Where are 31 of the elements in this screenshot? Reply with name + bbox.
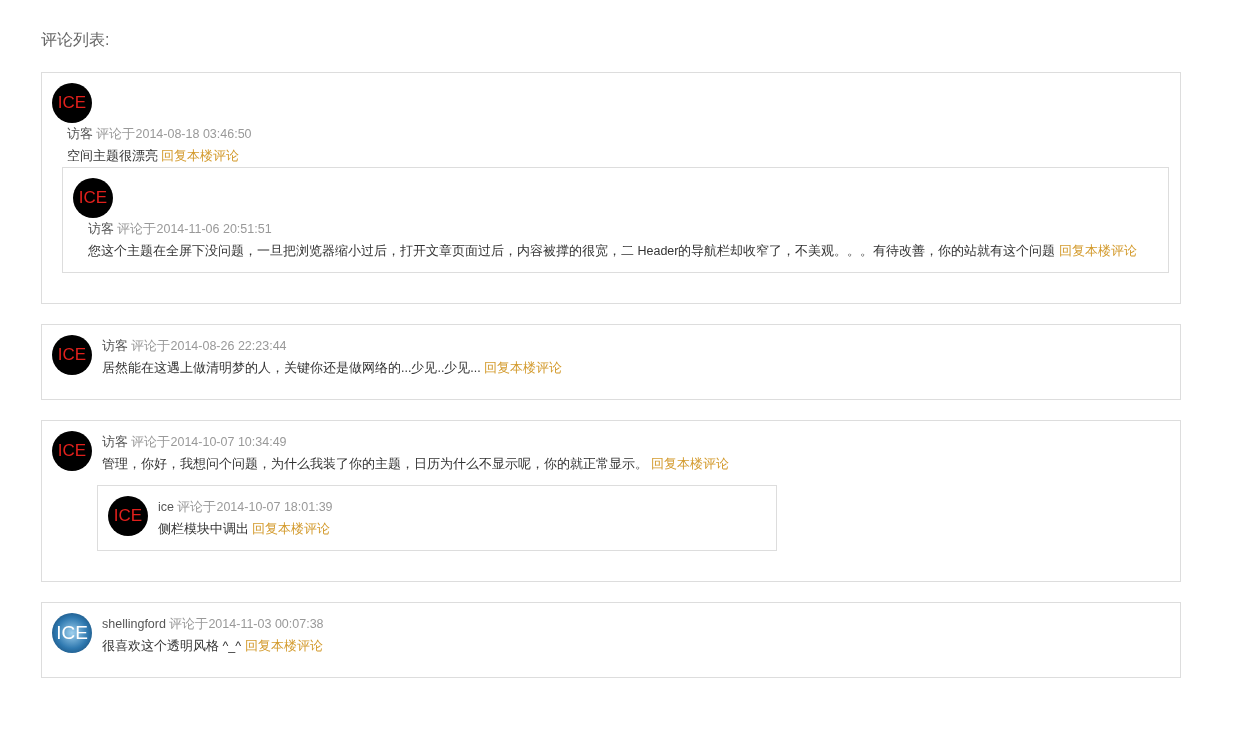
comment-author: 访客 [88, 222, 114, 236]
avatar-label: ICE [78, 188, 108, 208]
comment-author: ice [158, 500, 174, 514]
reply-link[interactable]: 回复本楼评论 [484, 361, 563, 375]
avatar-label: ICE [57, 345, 87, 365]
comment-text: 侧栏模块中调出 [158, 522, 249, 536]
comment-author: 访客 [67, 127, 93, 141]
avatar-label: ICE [56, 622, 88, 644]
reply-link[interactable]: 回复本楼评论 [1058, 244, 1137, 258]
comment-author: 访客 [102, 435, 128, 449]
comment-time: 评论于2014-10-07 10:34:49 [131, 435, 287, 449]
comment-text: 很喜欢这个透明风格 ^_^ [102, 639, 242, 653]
reply-link[interactable]: 回复本楼评论 [651, 457, 730, 471]
comment-time: 评论于2014-10-07 18:01:39 [177, 500, 333, 514]
avatar-label: ICE [57, 441, 87, 461]
avatar-label: ICE [57, 93, 87, 113]
comment-author: shellingford [102, 617, 166, 631]
section-heading: 评论列表: [41, 30, 111, 50]
reply-link[interactable]: 回复本楼评论 [161, 149, 240, 163]
reply-link[interactable]: 回复本楼评论 [252, 522, 331, 536]
comment-text: 管理，你好，我想问个问题，为什么我装了你的主题，日历为什么不显示呢，你的就正常显示。 [102, 457, 648, 471]
comment-time: 评论于2014-08-26 22:23:44 [131, 339, 287, 353]
comment-author: 访客 [102, 339, 128, 353]
comment-time: 评论于2014-11-03 00:07:38 [169, 617, 324, 631]
avatar-label: ICE [113, 506, 143, 526]
comment-time: 评论于2014-11-06 20:51:51 [117, 222, 272, 236]
comment-time: 评论于2014-08-18 03:46:50 [96, 127, 252, 141]
comment-text: 居然能在这遇上做清明梦的人，关键你还是做网络的...少见..少见... [102, 361, 481, 375]
comment-text: 您这个主题在全屏下没问题，一旦把浏览器缩小过后，打开文章页面过后，内容被撑的很宽，二 Header的导航栏却收窄了，不美观。。。有待改善，你的站就有这个问题 [88, 244, 1056, 258]
comment-text: 空间主题很漂亮 [67, 149, 158, 163]
reply-link[interactable]: 回复本楼评论 [244, 639, 323, 653]
